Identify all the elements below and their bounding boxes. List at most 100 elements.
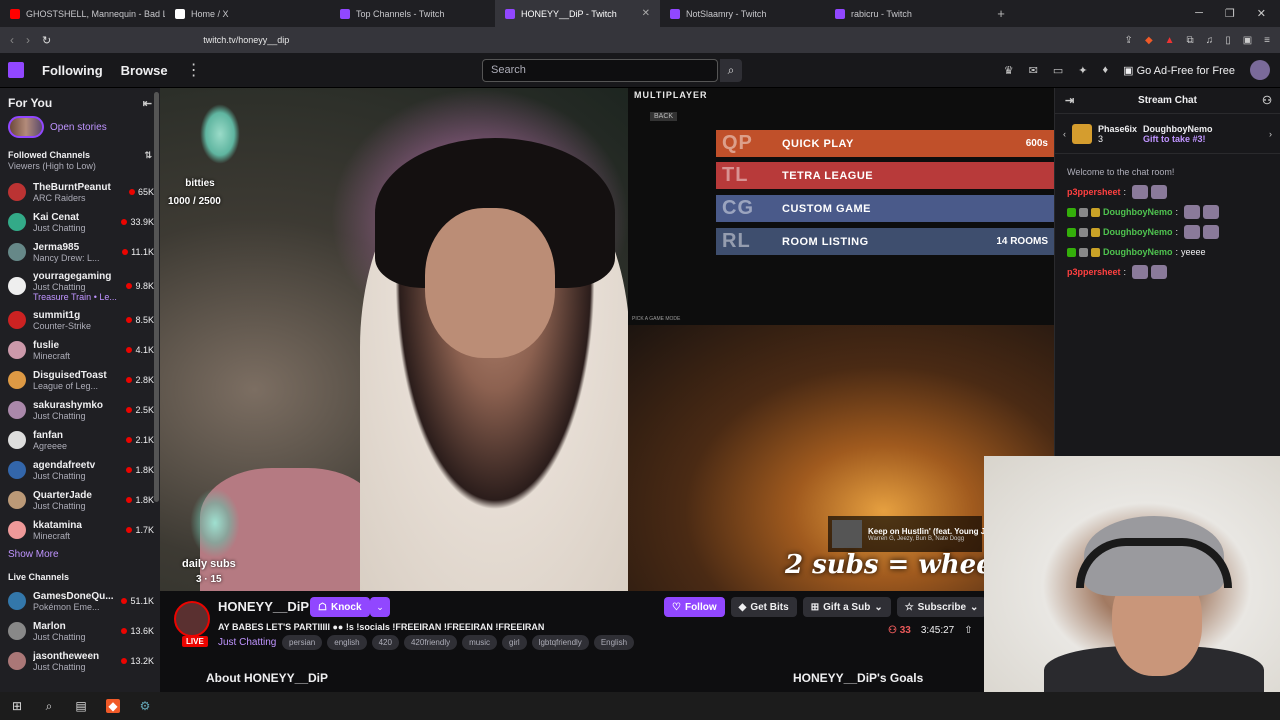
browse-link[interactable]: Browse <box>121 63 168 78</box>
tag[interactable]: english <box>327 635 367 650</box>
share-icon[interactable]: ⇪ <box>1125 35 1133 46</box>
sidebar-toggle-icon[interactable]: ▯ <box>1225 35 1231 46</box>
search-icon[interactable]: ⌕ <box>720 59 742 82</box>
browser-tab-active[interactable]: HONEYY__DiP - Twitch ✕ <box>495 0 660 27</box>
sidebar-channel[interactable]: fuslie Minecraft 4.1K <box>0 335 160 365</box>
reload-icon[interactable]: ↻ <box>42 34 51 47</box>
channel-name: fanfan <box>33 429 63 441</box>
collapse-sidebar-icon[interactable]: ⇤ <box>143 97 152 110</box>
live-dot-icon <box>126 317 133 323</box>
browser-tab[interactable]: Top Channels - Twitch <box>330 0 495 27</box>
chat-username[interactable]: p3ppersheet <box>1067 262 1121 282</box>
sidebar-channel[interactable]: sakurashymko Just Chatting 2.5K <box>0 395 160 425</box>
tag[interactable]: 420 <box>371 635 399 650</box>
sidebar-channel[interactable]: TheBurntPeanut ARC Raiders 65K <box>0 177 160 207</box>
more-icon[interactable]: ⋮ <box>186 60 202 80</box>
browser-tab[interactable]: GHOSTSHELL, Mannequin - Bad Love <box>0 0 165 27</box>
menu-icon[interactable]: ≡ <box>1264 35 1270 46</box>
search-icon[interactable]: ⌕ <box>42 699 56 713</box>
subscribe-button[interactable]: ☆ Subscribe ⌄ <box>896 597 987 617</box>
whispers-icon[interactable]: ▭ <box>1053 64 1063 77</box>
user-avatar[interactable] <box>1250 60 1270 80</box>
sidebar-channel[interactable]: Kai Cenat Just Chatting 33.9K <box>0 207 160 237</box>
url-field[interactable]: twitch.tv/honeyy__dip <box>203 35 289 45</box>
channel-avatar[interactable] <box>174 601 210 637</box>
live-channel[interactable]: Marlon Just Chatting 13.6K <box>0 616 160 646</box>
task-view-icon[interactable]: ▤ <box>74 699 88 713</box>
media-icon[interactable]: ♫ <box>1206 35 1214 46</box>
minimize-icon[interactable]: ─ <box>1195 7 1203 20</box>
chat-users-icon[interactable]: ⚇ <box>1262 94 1272 107</box>
live-channel[interactable]: jasontheween Just Chatting 13.2K <box>0 646 160 676</box>
category-link[interactable]: Just Chatting <box>218 637 276 648</box>
emote-icon <box>1151 265 1168 279</box>
game-overlay: MULTIPLAYER BACK QP QUICK PLAY 600s TL TE… <box>628 88 1054 325</box>
tag[interactable]: English <box>593 635 635 650</box>
viewer-count: 65K <box>137 187 154 197</box>
search-input[interactable]: Search <box>482 59 718 82</box>
close-tab-icon[interactable]: ✕ <box>642 8 650 19</box>
bits-icon[interactable]: ♦ <box>1102 64 1108 76</box>
sidebar-channel[interactable]: agendafreetv Just Chatting 1.8K <box>0 455 160 485</box>
channel-name: agendafreetv <box>33 459 96 471</box>
twitch-logo-icon[interactable] <box>8 62 24 78</box>
chat-username[interactable]: DoughboyNemo <box>1103 202 1173 222</box>
sidebar-channel[interactable]: Jerma985 Nancy Drew: L... 11.1K <box>0 237 160 267</box>
steam-icon[interactable]: ⚙ <box>138 699 152 713</box>
sort-icon[interactable]: ⇅ <box>144 150 152 161</box>
channel-avatar <box>8 521 26 539</box>
tag[interactable]: 420friendly <box>403 635 458 650</box>
wallet-icon[interactable]: ▣ <box>1243 35 1252 46</box>
get-bits-button[interactable]: ◆ Get Bits <box>730 597 797 617</box>
sidebar-channel[interactable]: yourragegaming Just Chatting Treasure Tr… <box>0 267 160 305</box>
live-channel[interactable]: GamesDoneQu... Pokémon Eme... 51.1K <box>0 586 160 616</box>
back-icon[interactable]: ‹ <box>10 33 14 47</box>
sidebar-channel[interactable]: DisguisedToast League of Leg... 2.8K <box>0 365 160 395</box>
gift-cta[interactable]: Gift to take #3! <box>1143 134 1213 144</box>
chat-username[interactable]: DoughboyNemo <box>1103 222 1173 242</box>
knock-button[interactable]: ☖ Knock <box>310 597 370 617</box>
forward-icon[interactable]: › <box>26 33 30 47</box>
new-tab-icon[interactable]: + <box>990 6 1012 21</box>
tag[interactable]: girl <box>502 635 527 650</box>
channel-avatar <box>8 622 26 640</box>
tag[interactable]: music <box>462 635 497 650</box>
sidebar-channel[interactable]: kkatamina Minecraft 1.7K <box>0 515 160 545</box>
tab-title: rabicru - Twitch <box>851 8 912 19</box>
sidebar-channel[interactable]: summit1g Counter-Strike 8.5K <box>0 305 160 335</box>
sidebar-channel[interactable]: fanfan Agreeee 2.1K <box>0 425 160 455</box>
brave-rewards-icon[interactable]: ▲ <box>1165 35 1175 46</box>
tag[interactable]: persian <box>282 635 323 650</box>
prev-icon[interactable]: ‹ <box>1063 129 1066 139</box>
brave-browser-icon[interactable]: ◆ <box>106 699 120 713</box>
next-icon[interactable]: › <box>1269 129 1272 139</box>
windows-start-icon[interactable]: ⊞ <box>10 699 24 713</box>
gift-sub-button[interactable]: ⊞ Gift a Sub ⌄ <box>802 597 891 617</box>
browser-tab[interactable]: Home / X <box>165 0 330 27</box>
ad-free-button[interactable]: ▣ Go Ad-Free for Free <box>1123 64 1235 77</box>
following-link[interactable]: Following <box>42 63 103 78</box>
sidebar-channel[interactable]: QuarterJade Just Chatting 1.8K <box>0 485 160 515</box>
maximize-icon[interactable]: ❐ <box>1225 7 1235 20</box>
crown-icon[interactable]: ♛ <box>1004 64 1014 77</box>
extension-icon[interactable]: ✦ <box>1078 64 1087 77</box>
share-icon[interactable]: ⇧ <box>964 625 972 636</box>
open-stories-button[interactable]: Open stories <box>0 114 160 146</box>
follow-button[interactable]: ♡ Follow <box>664 597 725 617</box>
brave-shield-icon[interactable]: ◆ <box>1145 35 1153 46</box>
browser-tab[interactable]: rabicru - Twitch <box>825 0 990 27</box>
show-more-link[interactable]: Show More <box>0 545 160 568</box>
channel-name: Marlon <box>33 620 66 632</box>
inbox-icon[interactable]: ✉ <box>1029 64 1038 77</box>
browser-tab[interactable]: NotSlaamry - Twitch <box>660 0 825 27</box>
knock-dropdown-icon[interactable]: ⌄ <box>370 597 390 617</box>
close-window-icon[interactable]: ✕ <box>1257 7 1266 20</box>
chat-username[interactable]: p3ppersheet <box>1067 182 1121 202</box>
tag[interactable]: lgbtqfriendly <box>531 635 589 650</box>
video-player[interactable]: bitties 1000 / 2500 daily subs 3 · 15 MU… <box>160 88 1054 591</box>
sidebar-scrollbar[interactable] <box>154 92 159 502</box>
collapse-chat-icon[interactable]: ⇥ <box>1065 94 1074 107</box>
extensions-icon[interactable]: ⧉ <box>1187 35 1194 46</box>
channel-name[interactable]: HONEYY__DiP <box>218 599 309 614</box>
chat-username[interactable]: DoughboyNemo <box>1103 242 1173 262</box>
